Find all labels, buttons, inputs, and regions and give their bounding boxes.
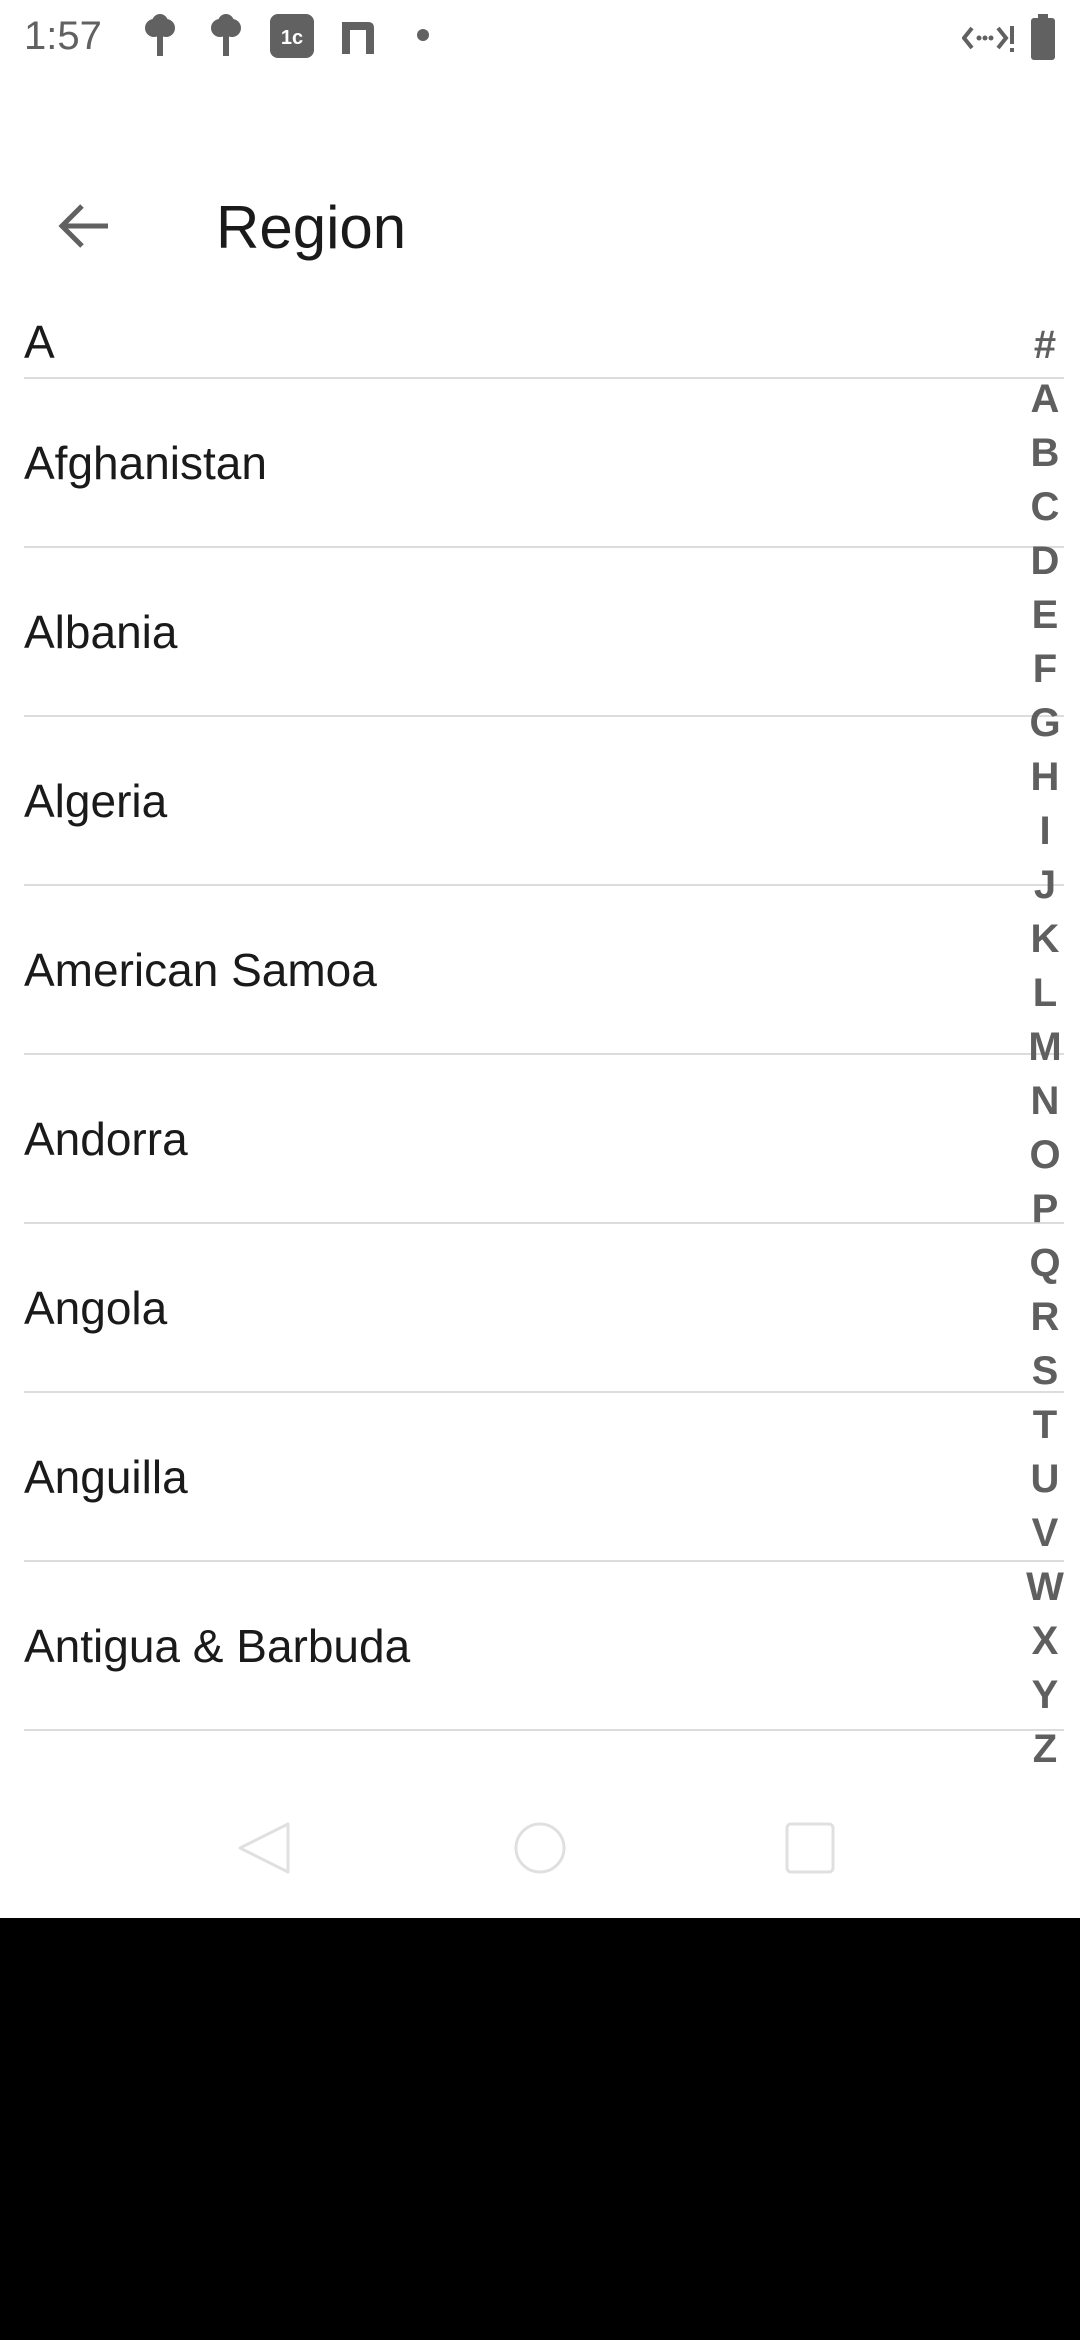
country-label: Algeria bbox=[24, 774, 168, 827]
index-letter-l[interactable]: L bbox=[1020, 966, 1070, 1020]
nav-back-button[interactable] bbox=[236, 1820, 292, 1881]
list-item[interactable]: Afghanistan bbox=[24, 379, 1064, 548]
nav-home-icon bbox=[512, 1822, 568, 1880]
index-letter-s[interactable]: S bbox=[1020, 1344, 1070, 1398]
country-label: Albania bbox=[24, 605, 178, 658]
back-button[interactable] bbox=[44, 188, 124, 268]
country-label: Angola bbox=[24, 1281, 168, 1334]
index-letter-o[interactable]: O bbox=[1020, 1128, 1070, 1182]
country-label: Andorra bbox=[24, 1112, 188, 1165]
arrow-left-icon bbox=[56, 202, 112, 255]
index-letter-m[interactable]: M bbox=[1020, 1020, 1070, 1074]
index-letter-f[interactable]: F bbox=[1020, 642, 1070, 696]
nav-home-button[interactable] bbox=[512, 1820, 568, 1881]
index-letter-i[interactable]: I bbox=[1020, 804, 1070, 858]
tree-icon bbox=[206, 14, 246, 63]
list-item[interactable]: Algeria bbox=[24, 717, 1064, 886]
battery-icon bbox=[1030, 14, 1056, 65]
status-time: 1:57 bbox=[24, 14, 102, 58]
index-letter-n[interactable]: N bbox=[1020, 1074, 1070, 1128]
index-letter-c[interactable]: C bbox=[1020, 480, 1070, 534]
tree-icon bbox=[140, 14, 180, 63]
index-letter-z[interactable]: Z bbox=[1020, 1722, 1070, 1776]
country-label: Anguilla bbox=[24, 1450, 188, 1503]
index-letter-y[interactable]: Y bbox=[1020, 1668, 1070, 1722]
index-letter-hash[interactable]: # bbox=[1020, 318, 1070, 372]
country-label: Afghanistan bbox=[24, 436, 267, 489]
page-title: Region bbox=[216, 194, 407, 261]
index-letter-w[interactable]: W bbox=[1020, 1560, 1070, 1614]
index-letter-v[interactable]: V bbox=[1020, 1506, 1070, 1560]
index-letter-e[interactable]: E bbox=[1020, 588, 1070, 642]
svg-text:1c: 1c bbox=[281, 27, 303, 49]
nav-recents-icon bbox=[784, 1822, 836, 1880]
screen: 1:57 1c Region A Afghanistan Albania Alg… bbox=[0, 0, 1080, 1918]
list-item[interactable]: Angola bbox=[24, 1224, 1064, 1393]
index-letter-a[interactable]: A bbox=[1020, 372, 1070, 426]
index-letter-g[interactable]: G bbox=[1020, 696, 1070, 750]
nav-recents-button[interactable] bbox=[784, 1820, 836, 1881]
index-letter-u[interactable]: U bbox=[1020, 1452, 1070, 1506]
list-item[interactable]: Andorra bbox=[24, 1055, 1064, 1224]
index-letter-r[interactable]: R bbox=[1020, 1290, 1070, 1344]
country-list: Afghanistan Albania Algeria American Sam… bbox=[24, 377, 1064, 1731]
index-letter-d[interactable]: D bbox=[1020, 534, 1070, 588]
dot-icon bbox=[416, 28, 430, 47]
alphabet-index-bar: # A B C D E F G H I J K L M N O P Q R S … bbox=[1020, 318, 1070, 1776]
navigation-bar bbox=[0, 1790, 1080, 1900]
app-n-icon bbox=[338, 14, 378, 63]
list-item[interactable]: Antigua & Barbuda bbox=[24, 1562, 1064, 1731]
index-letter-b[interactable]: B bbox=[1020, 426, 1070, 480]
list-item[interactable]: Albania bbox=[24, 548, 1064, 717]
index-letter-t[interactable]: T bbox=[1020, 1398, 1070, 1452]
code-signal-icon bbox=[961, 20, 1016, 61]
index-letter-x[interactable]: X bbox=[1020, 1614, 1070, 1668]
list-item[interactable]: Anguilla bbox=[24, 1393, 1064, 1562]
nav-back-icon bbox=[236, 1822, 292, 1880]
country-label: Antigua & Barbuda bbox=[24, 1619, 411, 1672]
section-header: A bbox=[24, 316, 55, 368]
status-bar: 1:57 1c bbox=[0, 0, 1080, 72]
index-letter-p[interactable]: P bbox=[1020, 1182, 1070, 1236]
index-letter-h[interactable]: H bbox=[1020, 750, 1070, 804]
list-item[interactable]: American Samoa bbox=[24, 886, 1064, 1055]
index-letter-q[interactable]: Q bbox=[1020, 1236, 1070, 1290]
index-letter-k[interactable]: K bbox=[1020, 912, 1070, 966]
index-letter-j[interactable]: J bbox=[1020, 858, 1070, 912]
country-label: American Samoa bbox=[24, 943, 377, 996]
app-1c-icon: 1c bbox=[270, 14, 314, 63]
